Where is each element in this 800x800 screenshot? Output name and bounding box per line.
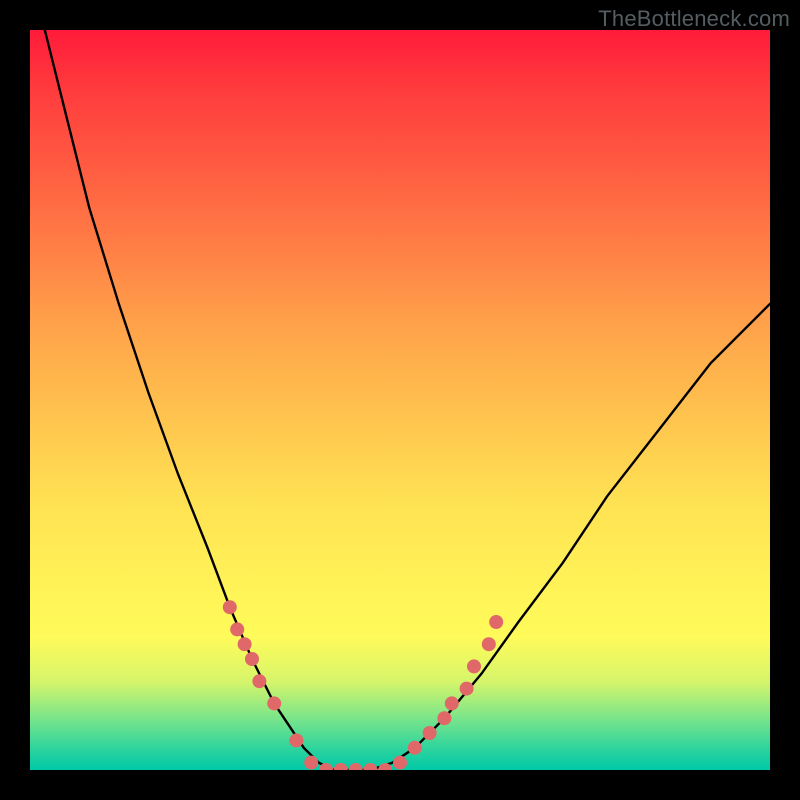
attribution-text: TheBottleneck.com [598, 6, 790, 32]
marker-dot [223, 600, 237, 614]
marker-dot [252, 674, 266, 688]
marker-dot [230, 622, 244, 636]
marker-dot [238, 637, 252, 651]
marker-dot [245, 652, 259, 666]
marker-dot [467, 659, 481, 673]
marker-dot [349, 763, 363, 770]
marker-dot [334, 763, 348, 770]
marker-dot [393, 756, 407, 770]
curve-path [45, 30, 770, 770]
marker-dot [408, 741, 422, 755]
marker-dot [363, 763, 377, 770]
marker-dot [437, 711, 451, 725]
marker-dot [460, 682, 474, 696]
marker-group [223, 600, 503, 770]
marker-dot [489, 615, 503, 629]
chart-svg [30, 30, 770, 770]
chart-frame: TheBottleneck.com [0, 0, 800, 800]
plot-area [30, 30, 770, 770]
marker-dot [267, 696, 281, 710]
marker-dot [289, 733, 303, 747]
marker-dot [304, 756, 318, 770]
marker-dot [482, 637, 496, 651]
marker-dot [445, 696, 459, 710]
marker-dot [423, 726, 437, 740]
